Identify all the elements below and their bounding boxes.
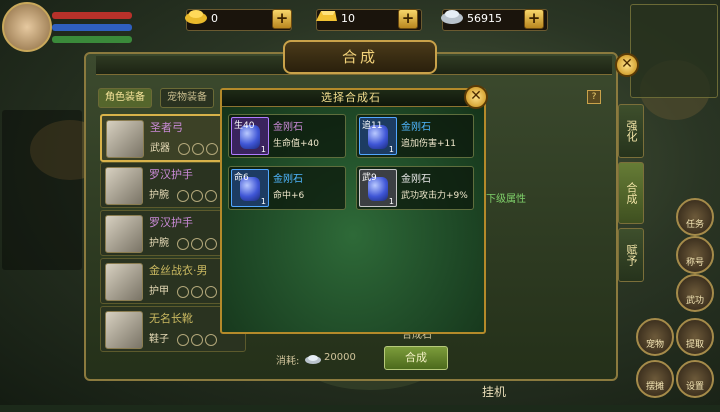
- equipment-type: 鞋子: [149, 334, 169, 345]
- equipment-type: 武器: [150, 143, 170, 154]
- bracer-icon: [105, 167, 143, 205]
- stone-name: 金刚石: [401, 122, 431, 133]
- silver-cost-icon: [304, 350, 322, 369]
- stone-thumb: 命6 1: [231, 169, 269, 207]
- gold-ingot-icon: [183, 5, 209, 27]
- equipment-type: 护腕: [149, 190, 169, 201]
- equipment-name: 圣者弓: [150, 121, 183, 134]
- combine-button[interactable]: 合成: [384, 346, 448, 370]
- stone-tag: 生40: [234, 121, 255, 131]
- silver-ingot-icon: [439, 5, 465, 27]
- player-avatar[interactable]: [2, 2, 52, 52]
- stone-thumb: 生40 1: [231, 117, 269, 155]
- stone-name: 金刚石: [273, 174, 303, 185]
- tab-enhance[interactable]: 强化: [618, 104, 644, 158]
- exp-bar: [52, 36, 132, 43]
- stone-attribute: 生命值+40: [273, 139, 319, 149]
- task-button[interactable]: 任务: [676, 198, 714, 236]
- stone-count: 1: [260, 197, 266, 206]
- equipment-type: 护甲: [149, 286, 169, 297]
- tab-bestow[interactable]: 赋予: [618, 228, 644, 282]
- dialog-close-button[interactable]: ✕: [464, 85, 488, 109]
- stone-name: 金刚石: [401, 174, 431, 185]
- stone-option[interactable]: 武9 1 金刚石 武功攻击力+9%: [356, 166, 474, 210]
- add-gold-bar-button[interactable]: +: [398, 9, 418, 29]
- stone-attribute: 武功攻击力+9%: [401, 191, 468, 201]
- stone-count: 1: [260, 145, 266, 154]
- auto-battle-label[interactable]: 挂机: [482, 383, 506, 400]
- martial-arts-button[interactable]: 武功: [676, 274, 714, 312]
- bracer-icon: [105, 215, 143, 253]
- tab-pet-equipment[interactable]: 宠物装备: [160, 88, 214, 108]
- stone-thumb: 追11 1: [359, 117, 397, 155]
- gem-slots: [178, 140, 220, 159]
- stone-tag: 追11: [362, 121, 383, 131]
- equipment-name: 无名长靴: [149, 312, 193, 325]
- gem-slots: [177, 283, 219, 302]
- stone-option[interactable]: 命6 1 金刚石 命中+6: [228, 166, 346, 210]
- stone-option[interactable]: 追11 1 金刚石 追加伤害+11: [356, 114, 474, 158]
- add-silver-button[interactable]: +: [524, 9, 544, 29]
- stone-tag: 命6: [234, 173, 249, 183]
- gold-bar-icon: [313, 5, 339, 27]
- quest-tracker[interactable]: [2, 110, 82, 270]
- silver-value: 56915: [467, 12, 502, 25]
- hp-bar: [52, 12, 132, 19]
- panel-close-button[interactable]: ✕: [615, 53, 639, 77]
- tab-character-equipment[interactable]: 角色装备: [98, 88, 152, 108]
- stone-thumb: 武9 1: [359, 169, 397, 207]
- bow-icon: [106, 120, 144, 158]
- gem-slots: [177, 187, 219, 206]
- gem-slots: [177, 331, 219, 350]
- stone-name: 金刚石: [273, 122, 303, 133]
- cost-label: 消耗:: [276, 356, 300, 367]
- stone-count: 1: [388, 197, 394, 206]
- next-level-attributes-label: 下级属性: [486, 194, 526, 205]
- stone-attribute: 追加伤害+11: [401, 139, 456, 149]
- armor-icon: [105, 263, 143, 301]
- title-button[interactable]: 称号: [676, 236, 714, 274]
- equipment-name: 罗汉护手: [149, 216, 193, 229]
- equipment-name: 罗汉护手: [149, 168, 193, 181]
- gem-slots: [177, 235, 219, 254]
- minimap[interactable]: [630, 4, 718, 98]
- equipment-type: 护腕: [149, 238, 169, 249]
- help-button[interactable]: ?: [587, 90, 601, 104]
- gold-ingot-value: 0: [211, 12, 218, 25]
- pet-button[interactable]: 宠物: [636, 318, 674, 356]
- panel-title: 合成: [283, 40, 437, 74]
- stone-option[interactable]: 生40 1 金刚石 生命值+40: [228, 114, 346, 158]
- stone-tag: 武9: [362, 173, 377, 183]
- mp-bar: [52, 24, 132, 31]
- add-gold-ingot-button[interactable]: +: [272, 9, 292, 29]
- cost-value: 20000: [324, 352, 356, 363]
- equipment-name: 金丝战衣·男: [149, 264, 208, 277]
- boots-icon: [105, 311, 143, 349]
- dialog-title: 选择合成石: [321, 91, 381, 104]
- stone-count: 1: [388, 145, 394, 154]
- gold-bar-value: 10: [341, 12, 355, 25]
- stall-button[interactable]: 摆摊: [636, 360, 674, 398]
- extract-button[interactable]: 提取: [676, 318, 714, 356]
- stone-attribute: 命中+6: [273, 191, 305, 201]
- tab-synthesis[interactable]: 合成: [618, 162, 644, 224]
- settings-button[interactable]: 设置: [676, 360, 714, 398]
